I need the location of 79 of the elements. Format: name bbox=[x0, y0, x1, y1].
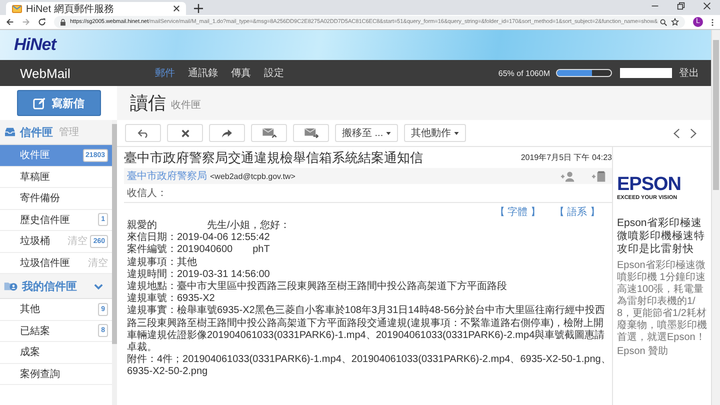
folder-name: 案例查詢 bbox=[20, 368, 60, 381]
brand-name[interactable]: WebMail bbox=[20, 66, 155, 80]
inbox-icon bbox=[4, 127, 16, 137]
person-folder-icon bbox=[4, 281, 18, 291]
mail-favicon-icon bbox=[12, 4, 22, 12]
body-text: 附件：4件；201904061033(0331PARK6)-1.mp4、201904061033(0331PARK6)-2.mp4、6935-X2-50-1.png、6935-X2-50-2.png bbox=[127, 354, 612, 379]
folder-name: 收件匣 bbox=[20, 149, 50, 162]
folder-name: 垃圾信件匣 bbox=[20, 256, 70, 270]
body-text: 親愛的 先生/小姐，您好： bbox=[127, 220, 291, 232]
body-text: 來信日期：2019-04-06 12:55:42 bbox=[127, 232, 271, 244]
body-text: 違規車號：6935-X2 bbox=[127, 293, 216, 304]
message-subject: 臺中市政府警察局交通違規檢舉信箱系統結案通知信 bbox=[124, 148, 423, 166]
new-tab-icon[interactable] bbox=[194, 4, 203, 13]
page-title: 讀信 bbox=[130, 92, 166, 115]
caret-icon bbox=[454, 132, 460, 134]
close-icon[interactable] bbox=[703, 2, 711, 10]
menu-icon[interactable] bbox=[711, 18, 714, 26]
folder-name: 歷史信件匣 bbox=[20, 214, 70, 227]
quota-text: 65% of 1060M bbox=[498, 68, 550, 78]
nav-tab[interactable]: 設定 bbox=[264, 66, 284, 80]
previous-icon[interactable] bbox=[673, 128, 680, 138]
section-title: 我的信件匣 bbox=[22, 280, 77, 294]
nav-tab[interactable]: 傳真 bbox=[231, 66, 251, 80]
nav-tab[interactable]: 通訊錄 bbox=[188, 66, 218, 80]
browser-tab[interactable]: HiNet 網頁郵件服務 bbox=[6, 2, 186, 15]
back-icon[interactable] bbox=[6, 18, 14, 26]
folder-name: 垃圾桶 bbox=[20, 234, 50, 248]
folder-name: 已結案 bbox=[20, 324, 50, 338]
next-icon[interactable] bbox=[690, 128, 697, 138]
address-field[interactable] bbox=[54, 16, 685, 28]
hinet-logo[interactable]: HiNet bbox=[14, 35, 56, 55]
tab-title: HiNet 網頁郵件服務 bbox=[26, 2, 114, 16]
lock-icon bbox=[60, 18, 66, 26]
body-text: 違規事項：其他 bbox=[127, 256, 198, 268]
ad-text: Epson省彩印極速微噴影印機 1分鐘印速高速100張，耗電量為雷射印表機的1/8，更能節省1/2耗材廢棄物，噴墨影印機首選，就選Epson！ bbox=[617, 260, 708, 344]
body-text: 違規地點：臺中市大里區中投西路三段東興路至樹王路間中投公路高架道下方平面路段 bbox=[127, 281, 508, 292]
zoom-icon[interactable] bbox=[660, 18, 667, 26]
forward-button[interactable] bbox=[209, 124, 245, 142]
epson-logo[interactable]: EPSON bbox=[617, 175, 682, 195]
view-option-link[interactable]: 【 語系 】 bbox=[554, 204, 600, 218]
close-icon bbox=[180, 128, 190, 138]
star-icon[interactable] bbox=[671, 18, 679, 26]
scrollbar[interactable] bbox=[112, 120, 117, 405]
add-contact-icon[interactable] bbox=[561, 170, 575, 182]
view-option-link[interactable]: 【 字體 】 bbox=[494, 204, 540, 218]
body-text: 違規時間：2019-03-31 14:56:00 bbox=[127, 268, 271, 280]
compose-button[interactable]: 寫新信 bbox=[16, 90, 100, 116]
ad-title[interactable]: Epson省彩印極速微噴影印機極速特攻印是比雷射快 bbox=[617, 217, 709, 256]
delete-button[interactable] bbox=[167, 124, 203, 142]
move-to-dropdown[interactable]: 搬移至 ... bbox=[335, 124, 398, 142]
folder-name: 成案 bbox=[20, 346, 40, 360]
folder-name: 其他 bbox=[20, 302, 40, 316]
more-actions-dropdown[interactable]: 其他動作 bbox=[404, 124, 466, 142]
chevron-icon[interactable] bbox=[94, 282, 103, 290]
forward-arrow-icon bbox=[221, 128, 233, 138]
page-scrollbar[interactable] bbox=[711, 30, 720, 405]
add-to-list-icon[interactable] bbox=[592, 170, 606, 182]
message-date: 2019年7月5日 下午 04:23 bbox=[520, 152, 612, 163]
section-title: 信件匣 bbox=[20, 126, 53, 140]
folder-name: 寄件備份 bbox=[20, 192, 60, 206]
reply-icon bbox=[136, 128, 150, 138]
move-mail-button[interactable] bbox=[293, 124, 329, 142]
mark-mail-button[interactable] bbox=[251, 124, 287, 142]
close-icon[interactable] bbox=[173, 5, 180, 12]
reply-button[interactable] bbox=[125, 124, 161, 142]
recipients-label: 收信人： bbox=[127, 187, 167, 200]
search-field[interactable] bbox=[620, 68, 672, 78]
compose-icon bbox=[32, 96, 46, 110]
logout-link[interactable]: 登出 bbox=[679, 66, 699, 80]
body-text: 違規事實：檢舉車號6935-X2黑色三菱自小客車於108年3月31日14時48-56分於台中市大里區往南行經中投西路三段東興路至樹王路間中投公路高架道下方平面路段交通違規(違規事項：不緊靠道路右側停車)，檢附上開車輛違規佐證影像201904061033(0331PARK6)-1.mp4、201904061033(0331PARK6)-2.mp4與車號截圖惠請卓裁。 bbox=[127, 305, 606, 354]
ad-sponsor: Epson 贊助 bbox=[617, 346, 670, 358]
sender-email: <web2ad@tcpb.gov.tw> bbox=[210, 172, 296, 180]
restore-icon[interactable] bbox=[677, 2, 685, 10]
reload-icon[interactable] bbox=[38, 18, 46, 26]
envelope-icon bbox=[262, 128, 276, 138]
body-text: 案件編號：2019040600 phT bbox=[127, 244, 271, 256]
folder-name: 草稿匣 bbox=[20, 170, 50, 184]
caret-icon bbox=[386, 132, 392, 134]
page-subtitle: 收件匣 bbox=[171, 99, 201, 112]
